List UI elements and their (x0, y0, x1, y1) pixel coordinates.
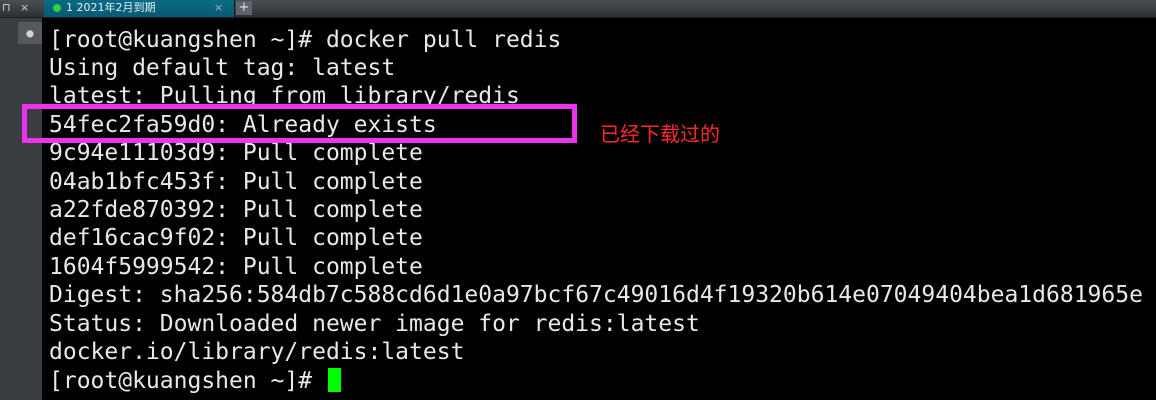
terminal-line: a22fde870392: Pull complete (49, 197, 423, 223)
terminal-line: Digest: sha256:584db7c588cd6d1e0a97bcf67… (49, 282, 1143, 308)
terminal-line: Status: Downloaded newer image for redis… (49, 311, 700, 337)
terminal-output[interactable]: [root@kuangshen ~]# docker pull redis Us… (42, 18, 1156, 400)
tab-close-icon[interactable]: × (214, 0, 223, 16)
terminal-line: docker.io/library/redis:latest (49, 339, 465, 365)
search-icon[interactable]: ● (18, 22, 42, 44)
tab-title: 1 2021年2月到期 (66, 1, 156, 14)
annotation-label: 已经下载过的 (600, 122, 720, 146)
tab-bar: ⊓ × 1 2021年2月到期 × + (0, 0, 1156, 18)
new-tab-button[interactable]: + (236, 1, 252, 15)
terminal-line: 1604f5999542: Pull complete (49, 254, 423, 280)
pin-icon[interactable]: ⊓ (2, 0, 11, 16)
annotation-highlight-box (22, 104, 577, 143)
terminal-line: def16cac9f02: Pull complete (49, 225, 423, 251)
terminal-line: Using default tag: latest (49, 55, 396, 81)
close-icon[interactable]: × (20, 0, 29, 16)
text-cursor (327, 368, 341, 392)
terminal-prompt-line[interactable]: [root@kuangshen ~]# (49, 367, 341, 395)
sidebar: ● (0, 18, 42, 400)
terminal-line: 9c94e11103d9: Pull complete (49, 140, 423, 166)
tab-session[interactable]: 1 2021年2月到期 × (44, 0, 235, 17)
terminal-line: [root@kuangshen ~]# docker pull redis (49, 27, 562, 53)
terminal-line: 04ab1bfc453f: Pull complete (49, 169, 423, 195)
connected-status-icon (53, 4, 61, 12)
tab-controls: ⊓ × (0, 0, 40, 17)
prompt-text: [root@kuangshen ~]# (49, 368, 326, 394)
